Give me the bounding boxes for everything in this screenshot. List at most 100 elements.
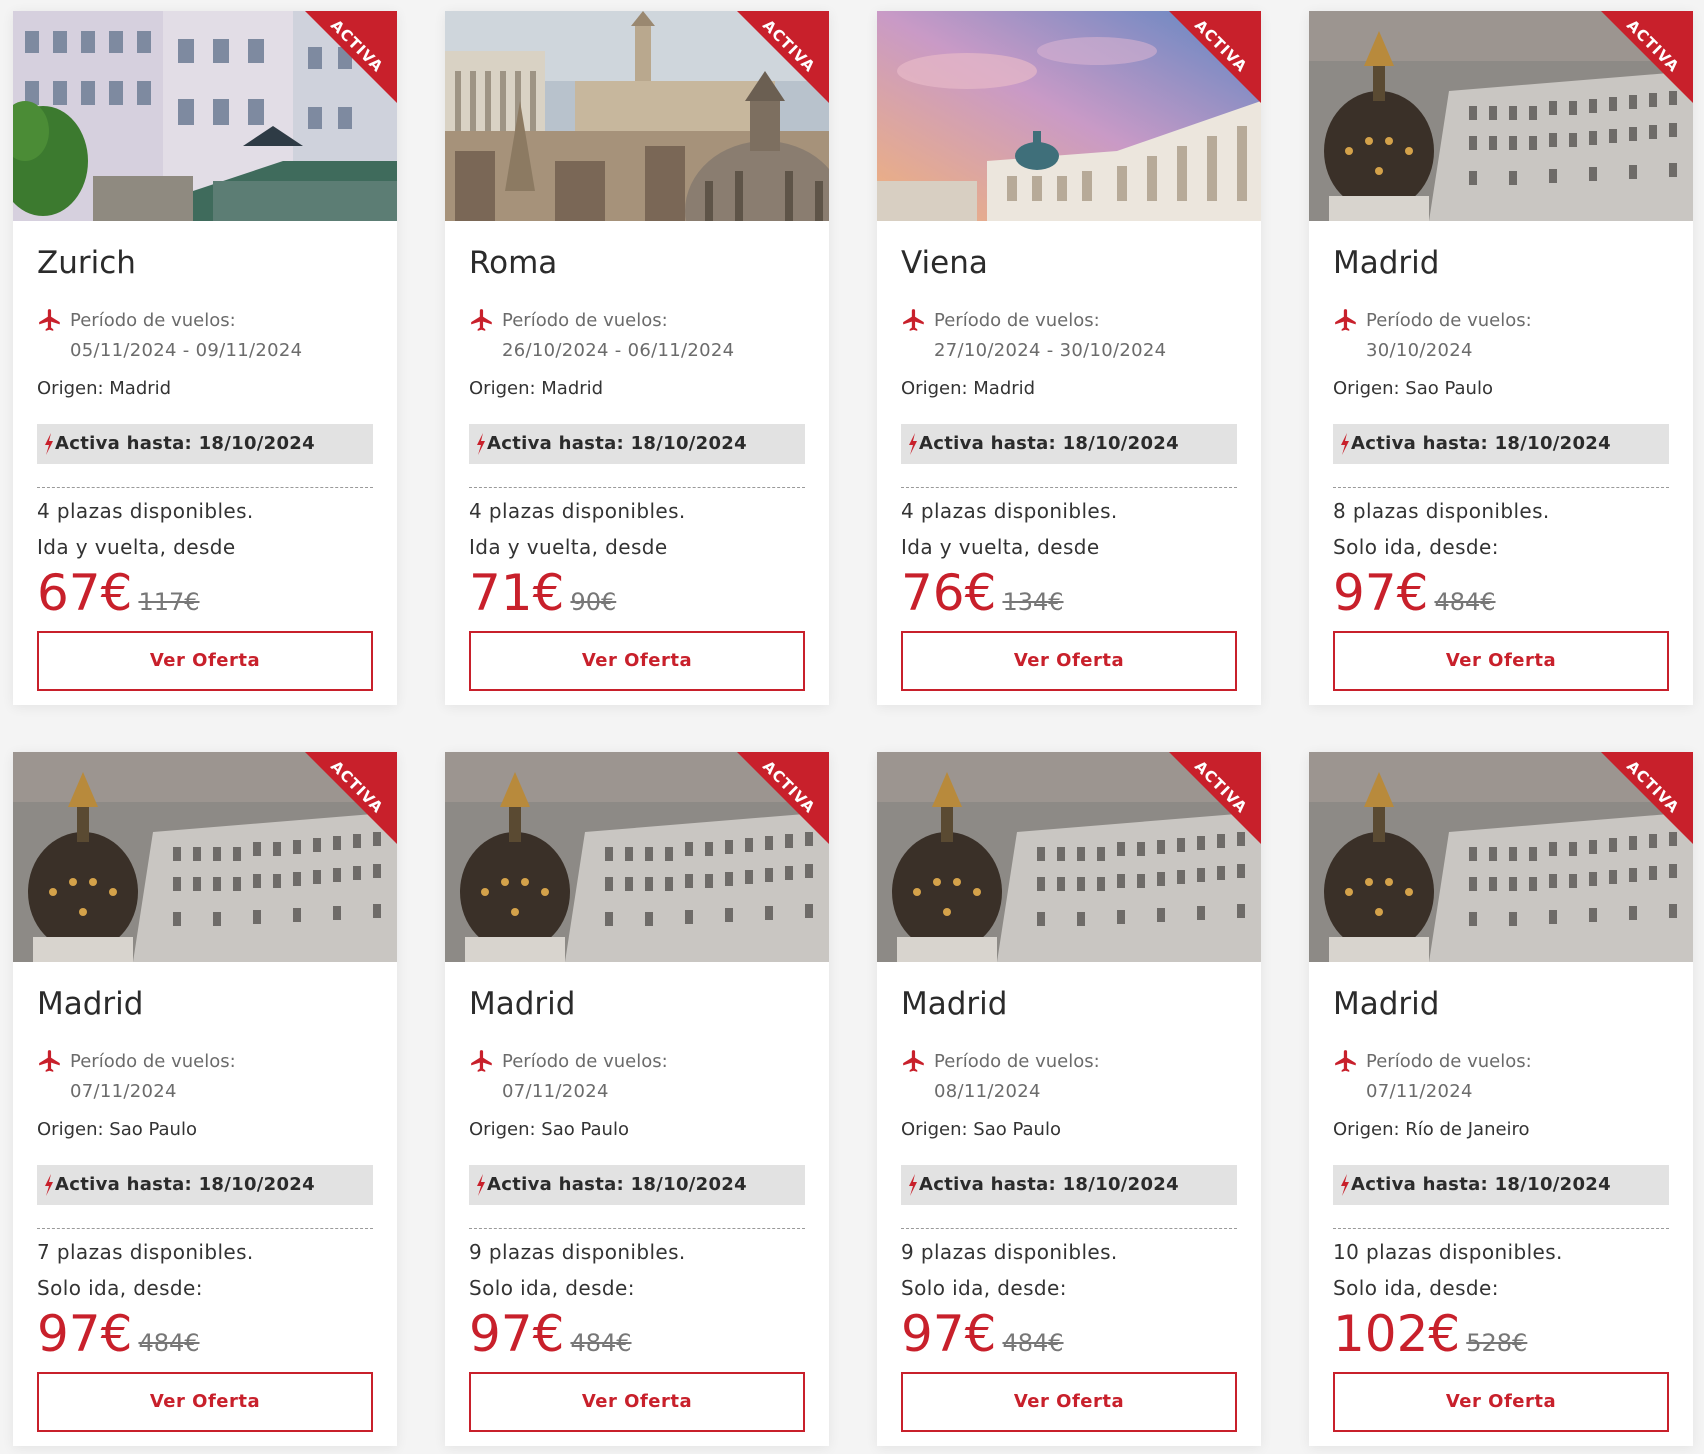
current-price: 102€ — [1333, 1305, 1461, 1363]
divider — [469, 487, 805, 488]
view-offer-button[interactable]: Ver Oferta — [901, 631, 1237, 691]
current-price: 76€ — [901, 564, 997, 622]
active-until-text: Activa hasta: 18/10/2024 — [1351, 433, 1611, 454]
lightning-icon — [477, 433, 485, 455]
flight-period-label: Período de vuelos: — [934, 310, 1100, 331]
trip-type: Ida y vuelta, desde — [37, 535, 236, 559]
view-offer-button[interactable]: Ver Oferta — [1333, 631, 1669, 691]
status-ribbon: ACTIVA — [1169, 11, 1261, 103]
divider — [1333, 487, 1669, 488]
trip-type: Solo ida, desde: — [469, 1276, 635, 1300]
divider — [469, 1228, 805, 1229]
offer-card[interactable]: ACTIVA Viena Período de vuelos: 27/10/20… — [877, 11, 1261, 705]
destination-photo[interactable]: ACTIVA — [877, 11, 1261, 221]
flight-period-label: Período de vuelos: — [70, 1051, 236, 1072]
trip-type: Ida y vuelta, desde — [901, 535, 1100, 559]
price-block: 71€ 90€ — [469, 563, 616, 632]
offer-card[interactable]: ACTIVA Madrid Período de vuelos: 08/11/2… — [877, 752, 1261, 1446]
active-until-badge: Activa hasta: 18/10/2024 — [37, 1165, 373, 1205]
lightning-icon — [909, 433, 917, 455]
view-offer-button[interactable]: Ver Oferta — [37, 1372, 373, 1432]
flight-period-dates: 07/11/2024 — [1366, 1081, 1473, 1102]
seats-available: 7 plazas disponibles. — [37, 1240, 254, 1264]
divider — [901, 487, 1237, 488]
active-until-badge: Activa hasta: 18/10/2024 — [37, 424, 373, 464]
offer-card[interactable]: ACTIVA Madrid Período de vuelos: 07/11/2… — [13, 752, 397, 1446]
divider — [37, 487, 373, 488]
current-price: 97€ — [901, 1305, 997, 1363]
offer-card[interactable]: ACTIVA Madrid Período de vuelos: 30/10/2… — [1309, 11, 1693, 705]
status-ribbon: ACTIVA — [1601, 752, 1693, 844]
flight-period-label: Período de vuelos: — [502, 1051, 668, 1072]
destination-title: Madrid — [901, 986, 1008, 1022]
old-price: 117€ — [138, 588, 200, 616]
destination-photo[interactable]: ACTIVA — [445, 11, 829, 221]
active-until-text: Activa hasta: 18/10/2024 — [55, 433, 315, 454]
plane-icon — [39, 1050, 60, 1072]
price-block: 97€ 484€ — [1333, 563, 1496, 632]
seats-available: 4 plazas disponibles. — [901, 499, 1118, 523]
flight-period-label: Período de vuelos: — [1366, 1051, 1532, 1072]
view-offer-button[interactable]: Ver Oferta — [469, 631, 805, 691]
divider — [1333, 1228, 1669, 1229]
destination-title: Madrid — [1333, 245, 1440, 281]
destination-title: Madrid — [1333, 986, 1440, 1022]
current-price: 71€ — [469, 564, 565, 622]
old-price: 90€ — [570, 588, 617, 616]
destination-title: Madrid — [37, 986, 144, 1022]
price-block: 97€ 484€ — [469, 1304, 632, 1373]
active-until-text: Activa hasta: 18/10/2024 — [919, 1174, 1179, 1195]
active-until-badge: Activa hasta: 18/10/2024 — [1333, 424, 1669, 464]
view-offer-button[interactable]: Ver Oferta — [901, 1372, 1237, 1432]
flight-period-dates: 05/11/2024 - 09/11/2024 — [70, 340, 303, 361]
plane-icon — [1335, 309, 1356, 331]
seats-available: 4 plazas disponibles. — [37, 499, 254, 523]
lightning-icon — [1341, 1174, 1349, 1196]
destination-title: Madrid — [469, 986, 576, 1022]
destination-photo[interactable]: ACTIVA — [13, 11, 397, 221]
destination-photo[interactable]: ACTIVA — [1309, 752, 1693, 962]
origin-text: Origen: Sao Paulo — [37, 1119, 197, 1140]
destination-photo[interactable]: ACTIVA — [445, 752, 829, 962]
lightning-icon — [1341, 433, 1349, 455]
flight-period-dates: 26/10/2024 - 06/11/2024 — [502, 340, 735, 361]
active-until-badge: Activa hasta: 18/10/2024 — [469, 424, 805, 464]
flight-period-label: Período de vuelos: — [934, 1051, 1100, 1072]
active-until-badge: Activa hasta: 18/10/2024 — [901, 1165, 1237, 1205]
origin-text: Origen: Río de Janeiro — [1333, 1119, 1530, 1140]
flight-period-dates: 30/10/2024 — [1366, 340, 1473, 361]
old-price: 484€ — [1002, 1329, 1064, 1357]
offer-card[interactable]: ACTIVA Zurich Período de vuelos: 05/11/2… — [13, 11, 397, 705]
view-offer-button[interactable]: Ver Oferta — [37, 631, 373, 691]
price-block: 67€ 117€ — [37, 563, 200, 632]
view-offer-button[interactable]: Ver Oferta — [469, 1372, 805, 1432]
price-block: 102€ 528€ — [1333, 1304, 1527, 1373]
flight-period-dates: 07/11/2024 — [502, 1081, 609, 1102]
trip-type: Solo ida, desde: — [901, 1276, 1067, 1300]
status-ribbon: ACTIVA — [1601, 11, 1693, 103]
active-until-text: Activa hasta: 18/10/2024 — [55, 1174, 315, 1195]
destination-photo[interactable]: ACTIVA — [1309, 11, 1693, 221]
flight-period-dates: 07/11/2024 — [70, 1081, 177, 1102]
plane-icon — [471, 1050, 492, 1072]
status-ribbon: ACTIVA — [1169, 752, 1261, 844]
active-until-badge: Activa hasta: 18/10/2024 — [469, 1165, 805, 1205]
destination-photo[interactable]: ACTIVA — [877, 752, 1261, 962]
offer-card[interactable]: ACTIVA Roma Período de vuelos: 26/10/202… — [445, 11, 829, 705]
origin-text: Origen: Sao Paulo — [901, 1119, 1061, 1140]
plane-icon — [471, 309, 492, 331]
lightning-icon — [477, 1174, 485, 1196]
destination-photo[interactable]: ACTIVA — [13, 752, 397, 962]
price-block: 76€ 134€ — [901, 563, 1064, 632]
offer-card[interactable]: ACTIVA Madrid Período de vuelos: 07/11/2… — [445, 752, 829, 1446]
trip-type: Ida y vuelta, desde — [469, 535, 668, 559]
current-price: 97€ — [469, 1305, 565, 1363]
flight-period-label: Período de vuelos: — [502, 310, 668, 331]
current-price: 97€ — [37, 1305, 133, 1363]
old-price: 528€ — [1466, 1329, 1528, 1357]
trip-type: Solo ida, desde: — [1333, 535, 1499, 559]
offer-card[interactable]: ACTIVA Madrid Período de vuelos: 07/11/2… — [1309, 752, 1693, 1446]
trip-type: Solo ida, desde: — [37, 1276, 203, 1300]
view-offer-button[interactable]: Ver Oferta — [1333, 1372, 1669, 1432]
origin-text: Origen: Sao Paulo — [469, 1119, 629, 1140]
